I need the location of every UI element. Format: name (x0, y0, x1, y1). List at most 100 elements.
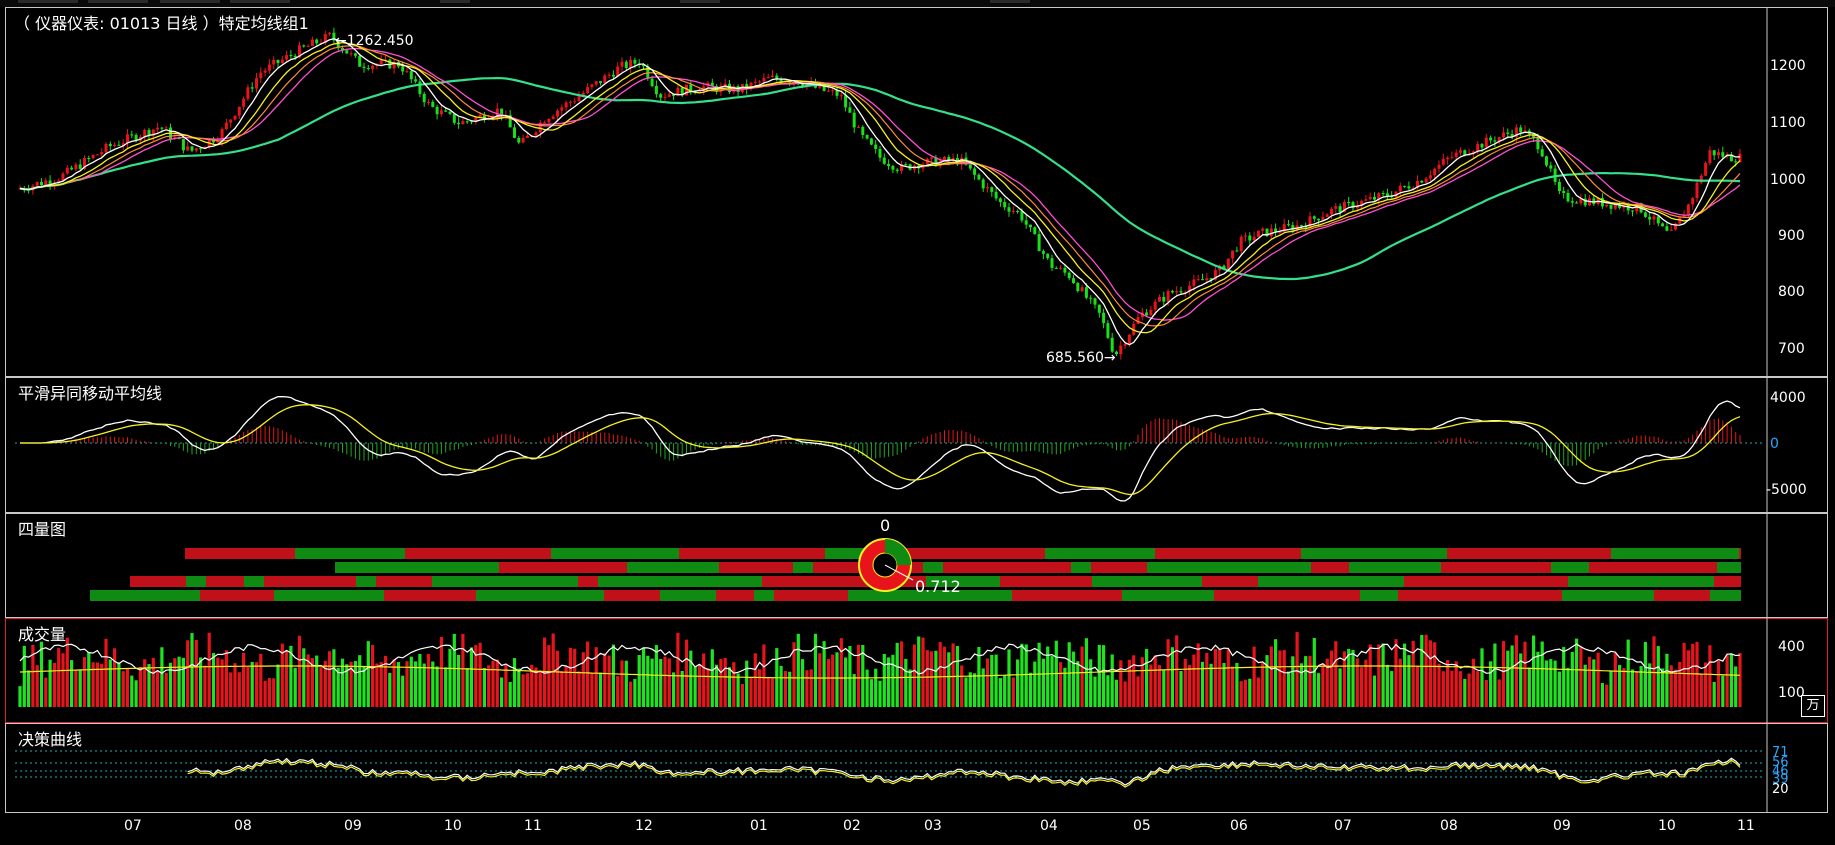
candle-body (74, 164, 78, 170)
month-label: 06 (1230, 818, 1248, 834)
candle-body (1016, 211, 1020, 213)
volume-bar (362, 666, 366, 707)
volume-bar (1424, 634, 1428, 707)
volume-bar (1347, 648, 1351, 707)
month-label: 05 (1133, 818, 1151, 834)
candle-body (1712, 150, 1716, 156)
volume-bar (1463, 678, 1467, 707)
quad-segment (716, 590, 754, 601)
candle-body (276, 59, 280, 64)
candle-body (1046, 253, 1050, 259)
volume-bar (1020, 643, 1024, 707)
quad-segment (578, 576, 598, 587)
quad-segment (1404, 576, 1568, 587)
volume-bar (1458, 671, 1463, 707)
toolbar-tab[interactable] (440, 0, 470, 3)
volume-bar (18, 686, 22, 707)
volume-bar (727, 667, 732, 707)
candle-body (594, 81, 598, 85)
volume-bar (379, 662, 383, 707)
volume-bar (358, 655, 362, 707)
candle-body (620, 61, 624, 67)
volume-bar (1544, 660, 1549, 707)
volume-bar (216, 657, 220, 707)
candle-body (164, 127, 168, 129)
volume-bar (938, 642, 942, 707)
candle-body (1033, 227, 1037, 235)
quad-segment (1301, 548, 1447, 559)
volume-unit-badge[interactable]: 万 (1801, 695, 1825, 717)
candle-body (1201, 279, 1204, 281)
volume-bar (788, 671, 792, 707)
candle-body (1287, 224, 1290, 226)
candle-body (560, 107, 564, 111)
volume-bar (44, 677, 48, 707)
candle-body (607, 74, 611, 76)
candle-body (495, 108, 499, 117)
candle-body (250, 87, 254, 89)
candle-body (1480, 143, 1484, 148)
volume-bar (448, 648, 452, 707)
volume-bar (1532, 635, 1536, 707)
volume-bar (1016, 659, 1020, 707)
volume-bar (422, 663, 426, 707)
month-label: 08 (234, 818, 252, 834)
volume-bar (1489, 661, 1493, 707)
toolbar-tab[interactable] (680, 0, 720, 3)
volume-bar (121, 671, 125, 707)
volume-bar (934, 650, 938, 707)
volume-bar (134, 680, 138, 707)
candle-body (611, 74, 615, 77)
quad-segment (476, 590, 604, 601)
price-axis-label: 700 (1778, 341, 1805, 357)
volume-bar (912, 644, 916, 707)
volume-bar (1570, 651, 1574, 707)
candle-body (422, 93, 426, 103)
volume-bar (1476, 671, 1480, 707)
candle-body (1643, 212, 1647, 217)
volume-bar (869, 679, 873, 707)
volume-bar (160, 647, 164, 707)
quad-segment (1441, 562, 1551, 573)
candle-body (1557, 181, 1561, 192)
quad-segment (200, 590, 274, 601)
volume-bar (1493, 643, 1497, 707)
candle-body (1704, 163, 1708, 176)
candle-body (1149, 309, 1153, 316)
month-label: 09 (1553, 818, 1571, 834)
candle-body (1231, 250, 1235, 259)
quad-segment (1000, 576, 1092, 587)
candle-body (1446, 157, 1450, 160)
toolbar-tab[interactable] (88, 0, 148, 3)
candle-body (930, 157, 934, 159)
candle-body (199, 148, 203, 150)
quad-segment (186, 576, 206, 587)
volume-bar (1557, 671, 1561, 707)
volume-bar (1059, 662, 1063, 707)
toolbar-tab[interactable] (990, 0, 1030, 3)
volume-bar (818, 653, 822, 707)
volume-bar (633, 679, 637, 707)
volume-bar (1549, 659, 1553, 707)
macd-title: 平滑异同移动平均线 (18, 384, 163, 403)
volume-bar (242, 652, 246, 707)
candle-body (78, 164, 82, 169)
candle-body (263, 70, 267, 73)
volume-bar (332, 649, 336, 707)
volume-bar (181, 657, 185, 707)
toolbar-tab[interactable] (230, 0, 290, 3)
volume-bar (646, 655, 650, 707)
volume-bar (663, 656, 667, 707)
volume-bar (409, 656, 413, 707)
volume-bar (1622, 668, 1626, 707)
candle-body (1089, 297, 1093, 299)
toolbar-tab[interactable] (18, 0, 78, 3)
candle-body (1166, 291, 1170, 302)
volume-bar (1153, 655, 1157, 707)
candle-body (1084, 287, 1088, 298)
toolbar-tab[interactable] (160, 0, 220, 3)
volume-bar (1686, 650, 1690, 707)
volume-bar (697, 664, 701, 707)
candle-body (1248, 235, 1252, 241)
volume-bar (1265, 655, 1269, 707)
